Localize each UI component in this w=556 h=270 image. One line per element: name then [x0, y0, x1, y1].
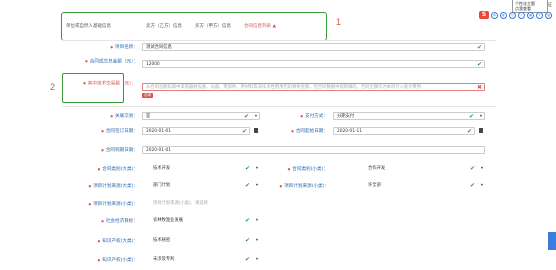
calendar-icon[interactable]: [254, 128, 258, 133]
contract-amount-label: 合同成交总金额（元）：: [80, 58, 138, 66]
plan-big-value: 部门计划: [153, 183, 171, 188]
warning-icon: ▲: [272, 24, 276, 29]
payment-value: 分期支付: [337, 114, 355, 119]
tech-amount-label: 其中技术交易额（元）：: [64, 80, 136, 88]
toolbar-icons: S 中 ◐ ☺ ♪ ▦ ✦ ▥: [479, 11, 552, 19]
ip-big-select[interactable]: 技术秘密 ✔ ▾: [150, 237, 260, 245]
start-date-value: 2020-01-11: [337, 129, 362, 134]
tech-amount-highlight-box: [62, 73, 124, 103]
chinese-input-icon[interactable]: 中: [491, 11, 498, 19]
related-value: 是: [146, 114, 151, 119]
social-goal-label: 社会经济目标：: [80, 218, 138, 224]
chevron-down-icon: ▾: [479, 114, 482, 119]
chevron-down-icon: ▾: [255, 218, 258, 223]
moon-icon[interactable]: ◐: [500, 11, 507, 19]
project-name-label: 项目名称：: [80, 44, 138, 50]
plan-detail-label: 项目计划来源(小类)：: [74, 201, 138, 207]
type-small-label: 合同类别(小类)：: [270, 166, 328, 172]
ip-small-label: 知识产权(小类)：: [80, 257, 138, 263]
tech-amount-placeholder: 从合同总额扣减中采购器材设备、仪器、零部件、原材料等非技术性费用后的剩余金额，但…: [146, 85, 421, 90]
sign-date-value: 2020-01-01: [146, 129, 171, 134]
type-small-value: 合作开发: [368, 166, 386, 171]
related-label: 关联交易：: [80, 113, 138, 119]
valid-check-icon: ✔: [476, 61, 482, 68]
valid-check-icon: ✔: [241, 128, 247, 135]
tech-amount-input[interactable]: 从合同总额扣减中采购器材设备、仪器、零部件、原材料等非技术性费用后的剩余金额，但…: [142, 83, 485, 91]
valid-check-icon: ✔: [244, 182, 250, 189]
tab-buyer-info[interactable]: 买方（甲方）信息: [195, 23, 231, 29]
valid-check-icon: ✔: [244, 237, 250, 244]
start-date-label: 合同起始日期：: [270, 128, 328, 134]
valid-check-icon: ✔: [244, 256, 250, 263]
valid-check-icon: ✔: [244, 165, 250, 172]
start-date-input[interactable]: 2020-01-11 ✔: [333, 127, 475, 135]
plan-detail-placeholder: 项目计划来源(小类)，请选择: [153, 201, 208, 206]
chevron-down-icon: ▾: [255, 183, 258, 188]
social-goal-value: 农林牧渔业发展: [153, 218, 184, 223]
plan-small-select[interactable]: 许全部 ✔ ▾: [365, 182, 485, 190]
chevron-down-icon: ▾: [255, 166, 258, 171]
ip-big-label: 知识产权(大类)：: [80, 238, 138, 244]
plan-big-select[interactable]: 部门计划 ✔ ▾: [150, 182, 260, 190]
side-feedback-button[interactable]: [548, 232, 556, 250]
valid-check-icon: ✔: [243, 113, 249, 120]
sogou-logo-icon[interactable]: S: [479, 11, 489, 19]
plan-detail-select[interactable]: 项目计划来源(小类)，请选择: [150, 200, 260, 208]
tabs-divider: [62, 40, 496, 41]
callout-number-1: 1: [336, 17, 342, 27]
valid-check-icon: ✔: [469, 165, 475, 172]
contract-amount-input[interactable]: 12000 ✔: [142, 60, 485, 68]
ip-small-select[interactable]: 未涉及专利 ✔ ▾: [150, 256, 260, 264]
expire-date-value: 2020-01-01: [146, 148, 171, 153]
tab-contract-list[interactable]: 合同信息列表 ▲: [244, 23, 276, 29]
plan-small-label: 项目计划来源(小类)：: [265, 183, 329, 189]
sign-date-input[interactable]: 2020-01-01 ✔: [142, 127, 250, 135]
type-big-label: 合同类别(大类)：: [80, 166, 138, 172]
valid-check-icon: ✔: [476, 44, 482, 51]
plan-big-label: 项目计划来源(大类)：: [74, 183, 138, 189]
tab-seller-info[interactable]: 卖方（乙方）信息: [146, 23, 182, 29]
shirt-icon[interactable]: ✦: [536, 11, 543, 19]
project-name-input[interactable]: 测试合同信息 ✔: [142, 43, 485, 51]
calendar-icon[interactable]: [479, 128, 483, 133]
mic-icon[interactable]: ♪: [518, 11, 525, 19]
keyboard-icon[interactable]: ▦: [527, 11, 534, 19]
valid-check-icon: ✔: [244, 217, 250, 224]
contract-amount-value: 12000: [146, 62, 160, 67]
payment-label: 支付方式：: [270, 113, 328, 119]
required-error-badge: 必填: [142, 93, 153, 98]
type-small-select[interactable]: 合作开发 ✔ ▾: [365, 165, 485, 173]
smile-icon[interactable]: ☺: [509, 11, 516, 19]
plan-small-value: 许全部: [368, 183, 381, 188]
social-goal-select[interactable]: 农林牧渔业发展 ✔ ▾: [150, 217, 260, 225]
callout-number-2: 2: [50, 82, 56, 92]
ip-small-value: 未涉及专利: [153, 257, 175, 262]
chevron-down-icon: ▾: [255, 257, 258, 262]
sign-date-label: 合同签订日期：: [80, 128, 138, 134]
chevron-down-icon: ▾: [480, 183, 483, 188]
expire-date-input[interactable]: 2020-01-01: [142, 146, 485, 154]
type-big-select[interactable]: 技术开发 ✔ ▾: [150, 165, 260, 173]
chevron-down-icon: ▾: [480, 166, 483, 171]
valid-check-icon: ✔: [468, 113, 474, 120]
type-big-value: 技术开发: [153, 166, 171, 171]
chevron-down-icon: ▾: [255, 238, 258, 243]
expire-date-label: 合同到期日期：: [80, 147, 138, 153]
tab-basic-info[interactable]: 单位或自然人基础信息: [66, 23, 111, 29]
section-divider: [62, 106, 496, 107]
related-select[interactable]: 是 ✔ ▾: [142, 112, 260, 120]
ip-big-value: 技术秘密: [153, 238, 171, 243]
valid-check-icon: ✔: [469, 182, 475, 189]
chevron-down-icon: ▾: [254, 114, 257, 119]
invalid-x-icon: ✖: [476, 84, 482, 91]
project-name-value: 测试合同信息: [146, 45, 172, 50]
grid-icon[interactable]: ▥: [545, 11, 552, 19]
payment-select[interactable]: 分期支付 ✔ ▾: [333, 112, 485, 120]
valid-check-icon: ✔: [466, 128, 472, 135]
tab-contract-list-label: 合同信息列表: [244, 24, 271, 29]
